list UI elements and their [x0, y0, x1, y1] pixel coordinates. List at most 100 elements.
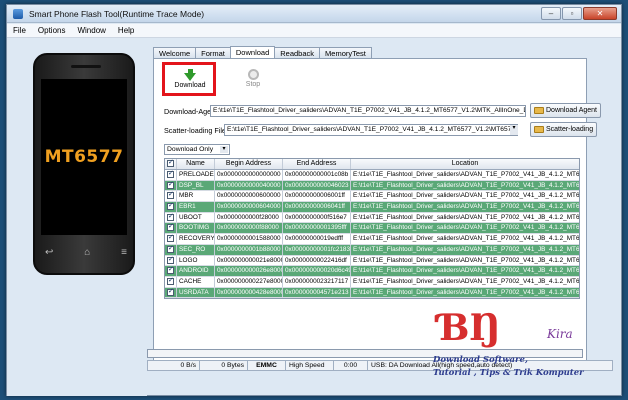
- partition-table: Name Begin Address End Address Location …: [164, 158, 580, 300]
- watermark-logo: ƁŊ: [439, 307, 501, 349]
- close-button[interactable]: ✕: [583, 7, 617, 20]
- row-check[interactable]: [165, 287, 177, 298]
- table-header: Name Begin Address End Address Location: [165, 158, 579, 170]
- row-end-address: 0x00000000001fc2183: [285, 244, 351, 255]
- table-row[interactable]: EBR10x00000000006040000x00000000006041ff…: [165, 202, 579, 213]
- row-begin-address: 0x0000000000040000: [215, 180, 283, 191]
- row-name: LOGO: [177, 255, 215, 266]
- tab-memorytest[interactable]: MemoryTest: [319, 47, 372, 58]
- row-checkbox[interactable]: [167, 181, 174, 190]
- row-check[interactable]: [165, 202, 177, 212]
- row-checkbox[interactable]: [167, 277, 174, 286]
- row-check[interactable]: [165, 234, 177, 244]
- row-check[interactable]: [165, 191, 177, 202]
- menu-bar: File Options Window Help: [7, 24, 621, 38]
- download-button[interactable]: Download: [166, 65, 214, 95]
- row-check[interactable]: [165, 276, 177, 287]
- minimize-button[interactable]: –: [541, 7, 561, 20]
- stop-icon: [247, 69, 259, 80]
- tab-download[interactable]: Download: [229, 46, 276, 58]
- phone-preview: MT6577 ↩ ⌂ ≡: [7, 39, 147, 396]
- row-location: E:\t1e\T1E_Flashtool_Driver_saliders\ADV…: [353, 245, 579, 253]
- menu-key-icon: ≡: [121, 246, 127, 258]
- stop-button[interactable]: Stop: [238, 65, 268, 95]
- maximize-button[interactable]: ▫: [562, 7, 582, 20]
- table-row[interactable]: CACHE0x000000000227e80000x00000000232171…: [165, 276, 579, 288]
- header-check[interactable]: [165, 158, 177, 169]
- row-begin-address: 0x0000000000604000: [215, 202, 283, 212]
- row-end-address: 0x00000000019edfff: [283, 234, 351, 244]
- row-end-address: 0x0000000000f516e7: [283, 212, 351, 223]
- header-begin[interactable]: Begin Address: [215, 159, 283, 169]
- download-agent-button[interactable]: Download Agent: [530, 103, 601, 118]
- download-mode-select[interactable]: Download Only ▾: [164, 144, 230, 155]
- scatter-dropdown-icon[interactable]: ▾: [510, 125, 518, 135]
- table-row[interactable]: LOGO0x000000000021e80000x00000000022416d…: [165, 255, 579, 267]
- scatter-path[interactable]: E:\t1e\T1E_Flashtool_Driver_saliders\ADV…: [224, 124, 518, 136]
- title-bar[interactable]: Smart Phone Flash Tool(Runtime Trace Mod…: [7, 5, 621, 23]
- row-end-address: 0x00000000022416df: [283, 255, 351, 266]
- row-end-address: 0x00000000001395fff: [283, 223, 351, 234]
- row-begin-address: 0x000000000021e8000: [217, 255, 283, 266]
- row-check[interactable]: [165, 244, 177, 255]
- table-row[interactable]: DSP_BL0x00000000000400000x00000000000460…: [165, 180, 579, 192]
- table-row[interactable]: SEC_RO0x0000000001b880000x00000000001fc2…: [165, 244, 579, 256]
- row-location: E:\t1e\T1E_Flashtool_Driver_saliders\ADV…: [353, 171, 579, 178]
- row-checkbox[interactable]: [167, 266, 174, 275]
- download-agent-path[interactable]: E:\t1e\T1E_Flashtool_Driver_saliders\ADV…: [210, 105, 526, 117]
- status-mode: High Speed: [286, 361, 334, 370]
- row-check[interactable]: [165, 255, 177, 266]
- table-row[interactable]: ANDROID0x000000000026e80000x000000000020…: [165, 266, 579, 277]
- table-row[interactable]: MBR0x00000000006000000x00000000006001ffE…: [165, 191, 579, 203]
- row-checkbox[interactable]: [167, 191, 174, 200]
- status-time: 0:00: [334, 361, 368, 370]
- tab-readback[interactable]: Readback: [274, 47, 321, 58]
- tab-format[interactable]: Format: [195, 47, 231, 58]
- chip-label: MT6577: [44, 147, 124, 167]
- row-begin-address: 0x0000000000f88000: [215, 223, 283, 234]
- row-checkbox[interactable]: [167, 202, 174, 211]
- table-row[interactable]: BOOTIMG0x0000000000f880000x0000000000139…: [165, 223, 579, 235]
- window-title: Smart Phone Flash Tool(Runtime Trace Mod…: [29, 9, 205, 19]
- phone-image: MT6577 ↩ ⌂ ≡: [33, 53, 135, 275]
- row-checkbox[interactable]: [167, 170, 174, 179]
- row-begin-address: 0x0000000001588000: [215, 234, 283, 244]
- row-checkbox[interactable]: [167, 256, 174, 265]
- row-checkbox[interactable]: [167, 288, 174, 297]
- app-window: Smart Phone Flash Tool(Runtime Trace Mod…: [6, 4, 622, 396]
- row-check[interactable]: [165, 212, 177, 223]
- row-checkbox[interactable]: [167, 234, 174, 243]
- header-end[interactable]: End Address: [283, 159, 351, 169]
- row-location: E:\t1e\T1E_Flashtool_Driver_saliders\ADV…: [353, 203, 579, 211]
- select-all-checkbox[interactable]: [167, 158, 174, 168]
- row-end-address: 0x000000000020d6c497: [285, 266, 351, 276]
- row-check[interactable]: [165, 266, 177, 276]
- row-begin-address: 0x0000000000000000: [215, 170, 283, 180]
- row-checkbox[interactable]: [167, 245, 174, 254]
- watermark-line2: Tutorial , Tips & Trik Komputer: [433, 368, 584, 378]
- header-name[interactable]: Name: [177, 159, 215, 169]
- menu-file[interactable]: File: [7, 24, 32, 37]
- table-row[interactable]: UBOOT0x0000000000f280000x0000000000f516e…: [165, 212, 579, 224]
- table-row[interactable]: PRELOADER0x00000000000000000x00000000000…: [165, 170, 579, 181]
- scatter-loading-button-label: Scatter-loading: [546, 126, 594, 133]
- phone-speaker: [71, 65, 101, 68]
- row-name: BOOTIMG: [177, 223, 215, 234]
- tab-welcome[interactable]: Welcome: [153, 47, 197, 58]
- watermark-line1: Download Software,: [433, 355, 528, 365]
- row-check[interactable]: [165, 180, 177, 191]
- status-bytes: 0 Bytes: [200, 361, 248, 370]
- menu-help[interactable]: Help: [112, 24, 140, 37]
- row-check[interactable]: [165, 170, 177, 180]
- row-begin-address: 0x0000000000f28000: [215, 212, 283, 223]
- header-location[interactable]: Location: [351, 159, 579, 169]
- stop-button-label: Stop: [245, 81, 261, 88]
- menu-options[interactable]: Options: [32, 24, 72, 37]
- row-checkbox[interactable]: [167, 213, 174, 222]
- menu-window[interactable]: Window: [71, 24, 111, 37]
- download-agent-button-label: Download Agent: [546, 107, 597, 114]
- row-check[interactable]: [165, 223, 177, 234]
- row-checkbox[interactable]: [167, 223, 174, 232]
- table-row[interactable]: RECOVERY0x00000000015880000x00000000019e…: [165, 234, 579, 245]
- scatter-loading-button[interactable]: Scatter-loading: [530, 122, 598, 137]
